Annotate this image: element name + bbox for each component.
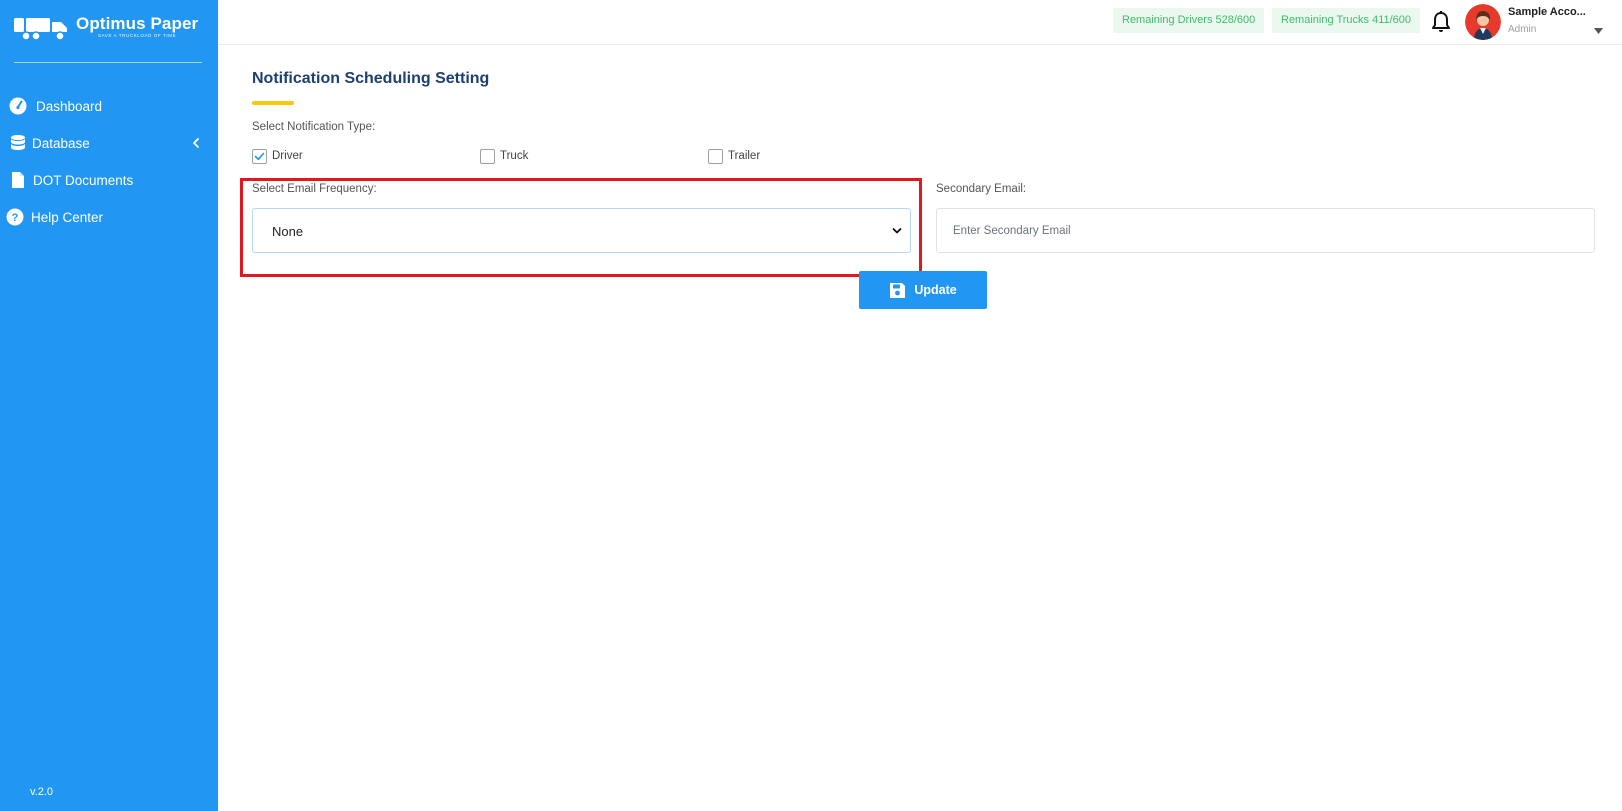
update-button[interactable]: Update [859,271,987,309]
checkbox-box[interactable] [252,148,267,164]
brand-tagline: SAVE A TRUCKLOAD OF TIME [98,33,177,38]
sidebar-item-dashboard[interactable]: Dashboard [0,88,218,125]
email-frequency-select[interactable]: None [252,208,911,253]
avatar[interactable] [1465,4,1501,40]
user-avatar-icon [1465,4,1501,40]
app-version: v.2.0 [30,786,54,798]
sidebar-item-label: Database [32,136,90,151]
checkbox-trailer[interactable]: Trailer [708,147,760,165]
update-label: Update [914,283,957,297]
brand-name: Optimus Paper [76,14,199,33]
sidebar-item-help-center[interactable]: ? Help Center [0,199,218,236]
checkbox-box[interactable] [708,148,723,164]
checkbox-label: Driver [272,150,303,162]
chevron-left-icon [193,138,199,148]
checkbox-label: Truck [500,150,529,162]
sidebar-divider [14,62,202,63]
checkmark-icon [254,152,265,160]
checkbox-box[interactable] [480,148,495,164]
select-value: None [272,224,304,239]
sidebar-nav: Dashboard Database DOT Documents ? Help … [0,88,218,236]
remaining-trucks-badge: Remaining Trucks 411/600 [1272,8,1421,33]
checkbox-truck[interactable]: Truck [480,147,528,165]
user-name[interactable]: Sample Acco... [1508,6,1586,18]
user-role: Admin [1508,24,1537,35]
checkbox-label: Trailer [728,150,761,162]
chevron-down-icon [892,228,902,234]
bell-icon[interactable] [1430,10,1452,34]
sidebar-item-label: Dashboard [36,99,103,114]
remaining-drivers-badge: Remaining Drivers 528/600 [1113,8,1265,33]
email-frequency-label: Select Email Frequency: [252,183,377,195]
caret-down-icon[interactable] [1594,28,1603,34]
document-icon [12,172,24,188]
sidebar-item-label: Help Center [31,210,104,225]
database-icon [11,134,25,151]
brand-logo[interactable]: Optimus Paper SAVE A TRUCKLOAD OF TIME [12,10,204,44]
save-icon [890,282,906,298]
sidebar-item-dot-documents[interactable]: DOT Documents [0,162,218,199]
svg-text:?: ? [12,212,19,224]
secondary-email-input[interactable] [936,208,1595,253]
question-icon: ? [6,208,24,226]
secondary-email-label: Secondary Email: [936,183,1027,195]
checkbox-driver[interactable]: Driver [252,147,303,165]
sidebar: Optimus Paper SAVE A TRUCKLOAD OF TIME D… [0,0,218,811]
sidebar-item-label: DOT Documents [33,173,134,188]
gauge-icon [9,97,27,115]
notification-type-label: Select Notification Type: [252,121,376,133]
title-underline [252,101,294,105]
truck-logo-icon [14,18,67,41]
page-title: Notification Scheduling Setting [252,70,490,87]
sidebar-item-database[interactable]: Database [0,125,218,162]
